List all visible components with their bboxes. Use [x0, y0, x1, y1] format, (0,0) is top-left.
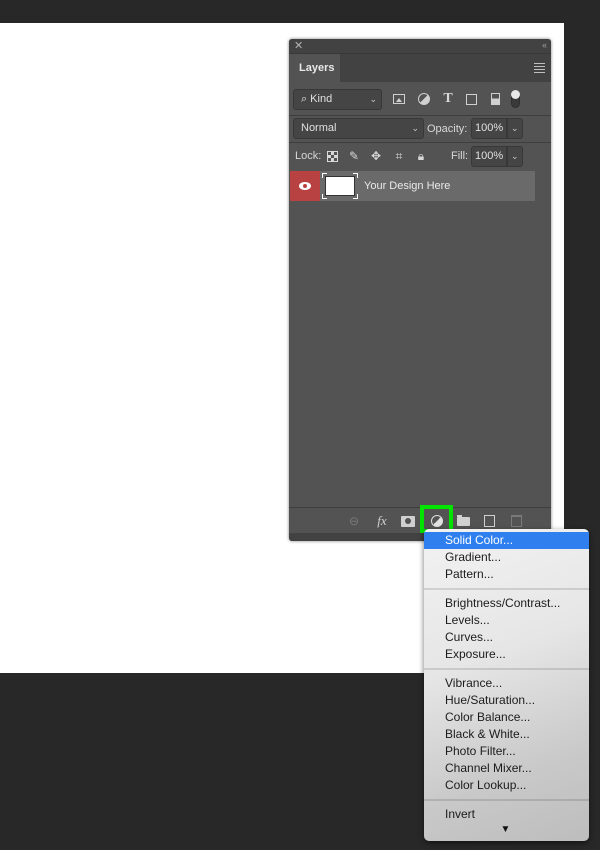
chevron-down-icon: ⌄: [511, 123, 519, 133]
panel-tabbar: Layers: [289, 53, 551, 83]
fill-dropdown[interactable]: ⌄: [507, 146, 523, 167]
adjustment-layer-menu: Solid Color... Gradient... Pattern... Br…: [424, 529, 589, 841]
filter-row: ⌕ Kind ⌄ T: [289, 86, 551, 112]
chevron-down-icon: ⌄: [411, 123, 419, 133]
lock-all-icon[interactable]: 🔒︎: [415, 150, 427, 162]
menu-item-black-white[interactable]: Black & White...: [424, 726, 589, 743]
lock-position-icon[interactable]: ✥: [370, 150, 382, 162]
menu-item-brightness-contrast[interactable]: Brightness/Contrast...: [424, 595, 589, 612]
layers-panel: ✕ ‹‹ Layers ⌕ Kind ⌄ T Normal ⌄ Opacity: …: [289, 39, 551, 541]
layer-thumbnail[interactable]: [322, 173, 358, 199]
adjustment-filter-icon[interactable]: [418, 93, 430, 105]
delete-layer-trash-icon[interactable]: [511, 515, 522, 527]
menu-item-levels[interactable]: Levels...: [424, 612, 589, 629]
menu-item-curves[interactable]: Curves...: [424, 629, 589, 646]
new-layer-icon[interactable]: [484, 515, 495, 527]
menu-separator: [424, 663, 589, 675]
layer-visibility-toggle[interactable]: [290, 171, 320, 201]
layer-style-fx-icon[interactable]: fx: [374, 513, 390, 529]
opacity-label: Opacity:: [427, 123, 468, 135]
opacity-input[interactable]: 100%: [471, 118, 507, 139]
menu-item-color-balance[interactable]: Color Balance...: [424, 709, 589, 726]
fill-label: Fill:: [451, 150, 469, 162]
layer-name[interactable]: Your Design Here: [364, 171, 450, 201]
scroll-down-arrow-icon[interactable]: ▼: [424, 823, 589, 837]
opacity-dropdown[interactable]: ⌄: [507, 118, 523, 139]
eye-icon: [299, 182, 311, 190]
lock-label: Lock:: [295, 150, 322, 162]
add-mask-icon[interactable]: [401, 516, 415, 527]
filter-toggle-switch[interactable]: [511, 90, 520, 108]
menu-item-vibrance[interactable]: Vibrance...: [424, 675, 589, 692]
layer-row[interactable]: Your Design Here: [290, 171, 535, 201]
filter-kind-select[interactable]: ⌕ Kind ⌄: [293, 89, 382, 110]
type-filter-icon[interactable]: T: [441, 92, 455, 106]
menu-item-color-lookup[interactable]: Color Lookup...: [424, 777, 589, 794]
chevron-down-icon: ⌄: [511, 151, 519, 161]
fill-input[interactable]: 100%: [471, 146, 507, 167]
lock-transparent-pixels-icon[interactable]: [327, 151, 338, 162]
blend-mode-value: Normal: [301, 122, 337, 134]
close-icon[interactable]: ✕: [294, 40, 303, 52]
lock-row: Lock: ✎ ✥ ⌗ 🔒︎ Fill: 100% ⌄: [289, 142, 551, 169]
adjustment-layer-icon: [431, 515, 443, 527]
menu-item-exposure[interactable]: Exposure...: [424, 646, 589, 663]
tab-layers[interactable]: Layers: [289, 54, 340, 83]
menu-separator: [424, 794, 589, 806]
smart-object-filter-icon[interactable]: [491, 93, 500, 105]
layer-thumbnail-image: [325, 176, 355, 196]
menu-separator: [424, 583, 589, 595]
blend-mode-select[interactable]: Normal ⌄: [293, 118, 424, 139]
link-layers-icon[interactable]: ⊖: [346, 513, 362, 529]
lock-artboard-icon[interactable]: ⌗: [393, 150, 405, 162]
menu-item-gradient[interactable]: Gradient...: [424, 549, 589, 566]
menu-item-pattern[interactable]: Pattern...: [424, 566, 589, 583]
filter-kind-value: Kind: [310, 93, 333, 105]
menu-item-photo-filter[interactable]: Photo Filter...: [424, 743, 589, 760]
menu-item-solid-color[interactable]: Solid Color...: [424, 532, 589, 549]
menu-item-invert[interactable]: Invert: [424, 806, 589, 823]
menu-item-channel-mixer[interactable]: Channel Mixer...: [424, 760, 589, 777]
new-group-folder-icon[interactable]: [457, 515, 470, 526]
image-filter-icon[interactable]: [393, 94, 405, 104]
shape-filter-icon[interactable]: [466, 94, 477, 105]
panel-menu-icon[interactable]: [534, 63, 545, 75]
menu-item-hue-saturation[interactable]: Hue/Saturation...: [424, 692, 589, 709]
panel-titlebar: ✕ ‹‹: [289, 39, 551, 53]
collapse-icon[interactable]: ‹‹: [542, 39, 547, 52]
blend-row: Normal ⌄ Opacity: 100% ⌄: [289, 115, 551, 141]
search-icon: ⌕: [301, 93, 308, 105]
lock-image-pixels-icon[interactable]: ✎: [348, 150, 360, 162]
chevron-down-icon: ⌄: [369, 94, 377, 104]
